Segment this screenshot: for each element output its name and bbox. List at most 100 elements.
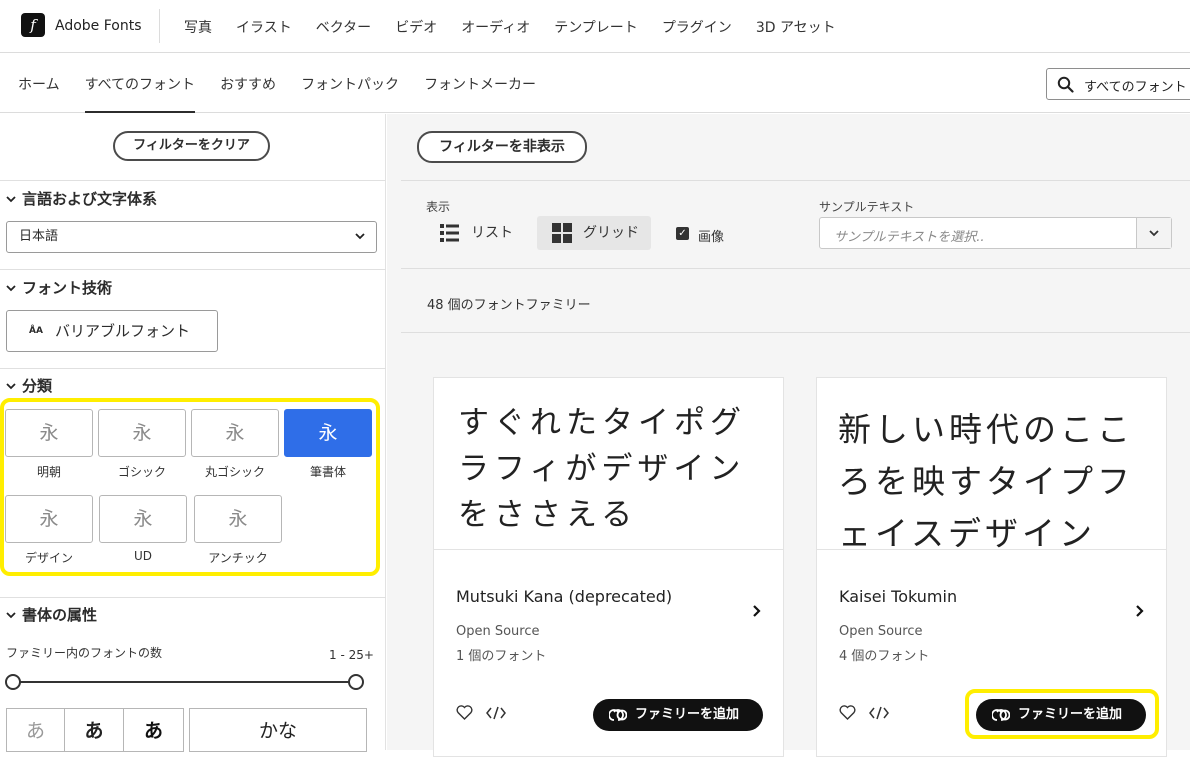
divider [401,180,1190,181]
hide-filters-button[interactable]: フィルターを非表示 [417,131,587,163]
language-heading: 言語および文字体系 [22,190,158,208]
list-view-button[interactable]: リスト [430,216,525,250]
divider [401,332,1190,333]
classification-design[interactable]: 永 [5,495,93,543]
weight-bold-button[interactable]: あ [123,708,184,752]
divider [0,180,386,181]
font-count-label: ファミリー内のフォントの数 [6,646,163,660]
sample-dropdown-button[interactable] [1136,218,1171,248]
classification-brush[interactable]: 永 [284,409,372,457]
font-count: 1 個のフォント [456,649,547,664]
divider [401,268,1190,269]
image-checkbox[interactable]: ✓ [676,227,689,240]
tab-recommended[interactable]: おすすめ [220,53,276,113]
search-input[interactable]: すべてのフォント [1084,76,1187,95]
classification-antique[interactable]: 永 [194,495,282,543]
divider [0,368,386,369]
sample-line: ラフィがデザイン [458,451,746,487]
font-count-slider[interactable] [12,681,356,683]
heart-icon[interactable] [839,705,856,720]
category-illustration[interactable]: イラスト [236,17,292,37]
classification-gothic[interactable]: 永 [98,409,186,457]
list-icon [440,224,459,242]
language-value: 日本語 [19,229,59,244]
clear-filters-button[interactable]: フィルターをクリア [113,131,270,161]
chevron-down-icon [6,284,16,291]
font-card[interactable]: すぐれたタイポグ ラフィがデザイン をささえる Mutsuki Kana (de… [433,377,784,757]
weight-light-button[interactable]: あ [6,708,65,752]
language-section-header[interactable]: 言語および文字体系 [6,188,157,209]
tech-heading: フォント技術 [22,279,113,297]
add-family-button[interactable]: ファミリーを追加 [976,699,1146,731]
font-source: Open Source [456,624,540,639]
image-label: 画像 [698,230,725,245]
sample-line: ろを映すタイプフ [838,462,1134,501]
classification-label: デザイン [24,551,73,565]
sample-line: ェイスデザイン [838,514,1097,550]
sample-line: 新しい時代のここ [838,410,1134,449]
chevron-down-icon [1149,230,1159,237]
chevron-down-icon [6,611,16,618]
brand-name[interactable]: Adobe Fonts [55,18,142,34]
classification-label: ゴシック [117,465,166,479]
tab-all-fonts[interactable]: すべてのフォント [84,53,196,113]
classification-label: 明朝 [36,465,61,479]
weight-medium-button[interactable]: あ [64,708,124,752]
kana-button[interactable]: かな [189,708,367,752]
classification-label: UD [133,549,153,563]
classification-mincho[interactable]: 永 [5,409,93,457]
properties-section-header[interactable]: 書体の属性 [6,604,97,625]
classification-maru-gothic[interactable]: 永 [191,409,279,457]
result-count: 48 個のフォントファミリー [427,298,591,313]
grid-icon [552,223,572,243]
classification-heading: 分類 [22,377,53,395]
heart-icon[interactable] [456,705,473,720]
view-label: 表示 [426,200,451,214]
adobe-fonts-logo-icon[interactable]: f [21,13,45,37]
search-box[interactable]: すべてのフォント [1046,68,1190,100]
grid-view-button[interactable]: グリッド [537,216,651,250]
classification-label: 筆書体 [309,465,346,479]
tab-home[interactable]: ホーム [18,53,60,113]
category-nav: 写真 イラスト ベクター ビデオ オーディオ テンプレート プラグイン 3D ア… [184,17,836,37]
language-select[interactable]: 日本語 [6,221,377,253]
chevron-down-icon [6,195,16,202]
creative-cloud-icon [992,709,1010,721]
tab-font-packs[interactable]: フォントパック [301,53,399,113]
category-template[interactable]: テンプレート [554,17,638,37]
code-embed-icon[interactable] [486,706,506,720]
variable-fonts-label: バリアブルフォント [55,322,191,340]
variable-fonts-button[interactable]: ÅA バリアブルフォント [6,310,218,352]
sample-text-select[interactable]: サンプルテキストを選択.. [819,217,1172,249]
category-photo[interactable]: 写真 [184,17,212,37]
chevron-right-icon[interactable] [751,604,761,618]
properties-heading: 書体の属性 [22,606,98,624]
search-icon [1057,76,1074,93]
add-family-button[interactable]: ファミリーを追加 [593,699,763,731]
chevron-down-icon [355,233,365,240]
divider [0,269,386,270]
slider-max-handle[interactable] [348,674,364,690]
classification-section-header[interactable]: 分類 [6,375,52,396]
category-plugin[interactable]: プラグイン [662,17,732,37]
classification-ud[interactable]: 永 [99,495,187,543]
category-vector[interactable]: ベクター [316,17,371,37]
chevron-right-icon[interactable] [1134,604,1144,618]
font-sample-image[interactable]: すぐれたタイポグ ラフィがデザイン をささえる [434,378,783,550]
slider-min-handle[interactable] [5,674,21,690]
sample-line: をささえる [458,497,638,533]
font-family-name[interactable]: Kaisei Tokumin [839,587,957,606]
classification-label: 丸ゴシック [204,465,265,479]
category-video[interactable]: ビデオ [395,17,437,37]
tech-section-header[interactable]: フォント技術 [6,277,112,298]
category-3d[interactable]: 3D アセット [756,17,836,37]
font-sample-image[interactable]: 新しい時代のここ ろを映すタイプフ ェイスデザイン [817,378,1166,550]
category-audio[interactable]: オーディオ [461,17,530,37]
font-family-name[interactable]: Mutsuki Kana (deprecated) [456,587,672,606]
code-embed-icon[interactable] [869,706,889,720]
tab-foundries[interactable]: フォントメーカー [424,53,536,113]
add-family-label: ファミリーを追加 [1018,707,1123,722]
grid-label: グリッド [583,225,639,241]
classification-label: アンチック [208,551,268,565]
font-source: Open Source [839,624,923,639]
